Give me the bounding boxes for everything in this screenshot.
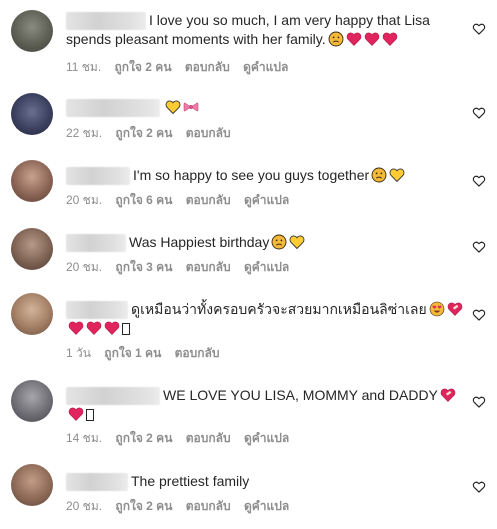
- likes-count[interactable]: ถูกใจ 6 คน: [115, 193, 172, 207]
- avatar[interactable]: [11, 93, 53, 135]
- avatar[interactable]: [11, 160, 53, 202]
- avatar[interactable]: [11, 464, 53, 506]
- comment-text: ดูเหมือนว่าทั้งครอบครัวจะสวยมากเหมือนลิซ…: [66, 300, 466, 338]
- comment-text: The prettiest family: [66, 472, 464, 492]
- see-translation-button[interactable]: ดูคำแปล: [244, 431, 289, 445]
- missing-glyph-box: [122, 323, 130, 336]
- username-redacted[interactable]: [66, 99, 160, 118]
- comment-time: 22 ชม.: [66, 126, 103, 140]
- like-heart-icon[interactable]: [472, 106, 486, 120]
- username-redacted[interactable]: [66, 167, 130, 186]
- likes-count[interactable]: ถูกใจ 1 คน: [104, 346, 161, 360]
- username-redacted[interactable]: [66, 473, 128, 492]
- like-heart-icon[interactable]: [472, 240, 486, 254]
- comment-meta: 20 ชม. ถูกใจ 2 คน ตอบกลับ ดูคำแปล: [66, 499, 299, 513]
- likes-count[interactable]: ถูกใจ 2 คน: [115, 60, 172, 74]
- reply-button[interactable]: ตอบกลับ: [186, 193, 231, 207]
- like-heart-icon[interactable]: [472, 308, 486, 322]
- username-redacted[interactable]: [66, 387, 160, 406]
- likes-count[interactable]: ถูกใจ 2 คน: [115, 499, 172, 513]
- heart-eyes-face-icon: [429, 301, 445, 317]
- comment-meta: 11 ชม. ถูกใจ 2 คน ตอบกลับ ดูคำแปล: [66, 60, 298, 74]
- comment-body: ดูเหมือนว่าทั้งครอบครัวจะสวยมากเหมือนลิซ…: [131, 301, 427, 317]
- comment-time: 1 วัน: [66, 346, 91, 360]
- like-heart-icon[interactable]: [472, 174, 486, 188]
- username-redacted[interactable]: [66, 301, 128, 320]
- avatar[interactable]: [11, 293, 53, 335]
- reply-button[interactable]: ตอบกลับ: [185, 60, 230, 74]
- avatar[interactable]: [11, 228, 53, 270]
- comment-time: 20 ชม.: [66, 193, 103, 207]
- red-heart-icon: [68, 406, 84, 422]
- comment-meta: 1 วัน ถูกใจ 1 คน ตอบกลับ: [66, 346, 230, 360]
- yellow-heart-icon: [289, 234, 305, 250]
- comment-body: Was Happiest birthday: [129, 234, 270, 250]
- comment-body: The prettiest family: [131, 473, 250, 489]
- comment-body: WE LOVE YOU LISA, MOMMY and DADDY: [163, 387, 438, 403]
- comment-time: 14 ชม.: [66, 431, 103, 445]
- avatar[interactable]: [11, 10, 53, 52]
- reply-button[interactable]: ตอบกลับ: [186, 126, 231, 140]
- see-translation-button[interactable]: ดูคำแปล: [243, 60, 288, 74]
- comment-meta: 22 ชม. ถูกใจ 2 คน ตอบกลับ: [66, 126, 241, 140]
- comment-body: I'm so happy to see you guys together: [133, 167, 370, 183]
- avatar[interactable]: [11, 380, 53, 422]
- likes-count[interactable]: ถูกใจ 2 คน: [115, 431, 172, 445]
- see-translation-button[interactable]: ดูคำแปล: [244, 193, 289, 207]
- yellow-heart-icon: [165, 99, 181, 115]
- sad-face-icon: [271, 234, 287, 250]
- reply-button[interactable]: ตอบกลับ: [175, 346, 220, 360]
- comment-meta: 20 ชม. ถูกใจ 6 คน ตอบกลับ ดูคำแปล: [66, 193, 299, 207]
- like-heart-icon[interactable]: [472, 395, 486, 409]
- username-redacted[interactable]: [66, 12, 146, 31]
- comment-text: Was Happiest birthday: [66, 233, 464, 253]
- see-translation-button[interactable]: ดูคำแปล: [244, 499, 289, 513]
- comment-text: I love you so much, I am very happy that…: [66, 11, 464, 49]
- sad-face-icon: [328, 31, 344, 47]
- username-redacted[interactable]: [66, 234, 126, 253]
- ribbon-icon: [183, 99, 199, 115]
- mending-heart-icon: [447, 301, 463, 317]
- comment-time: 20 ชม.: [66, 260, 103, 274]
- mending-heart-icon: [440, 387, 456, 403]
- comment-time: 20 ชม.: [66, 499, 103, 513]
- reply-button[interactable]: ตอบกลับ: [186, 499, 231, 513]
- comment-meta: 20 ชม. ถูกใจ 3 คน ตอบกลับ ดูคำแปล: [66, 260, 299, 274]
- red-heart-icon: [104, 320, 120, 336]
- reply-button[interactable]: ตอบกลับ: [186, 431, 231, 445]
- red-heart-icon: [382, 31, 398, 47]
- comment-text: [66, 98, 464, 118]
- red-heart-icon: [364, 31, 380, 47]
- missing-glyph-box: [86, 409, 94, 422]
- red-heart-icon: [86, 320, 102, 336]
- comment-time: 11 ชม.: [66, 60, 102, 74]
- red-heart-icon: [346, 31, 362, 47]
- see-translation-button[interactable]: ดูคำแปล: [244, 260, 289, 274]
- comment-meta: 14 ชม. ถูกใจ 2 คน ตอบกลับ ดูคำแปล: [66, 431, 299, 445]
- likes-count[interactable]: ถูกใจ 2 คน: [115, 126, 172, 140]
- comment-text: I'm so happy to see you guys together: [66, 166, 464, 186]
- reply-button[interactable]: ตอบกลับ: [186, 260, 231, 274]
- red-heart-icon: [68, 320, 84, 336]
- like-heart-icon[interactable]: [472, 480, 486, 494]
- likes-count[interactable]: ถูกใจ 3 คน: [115, 260, 172, 274]
- sad-face-icon: [371, 167, 387, 183]
- yellow-heart-icon: [389, 167, 405, 183]
- comment-text: WE LOVE YOU LISA, MOMMY and DADDY: [66, 386, 466, 424]
- like-heart-icon[interactable]: [472, 22, 486, 36]
